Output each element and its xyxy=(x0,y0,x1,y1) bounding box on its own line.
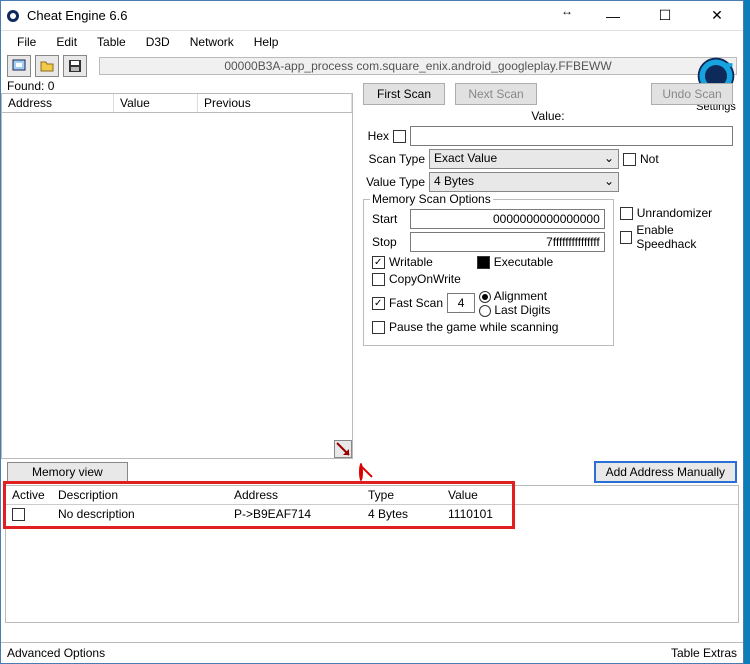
ct-col-desc[interactable]: Description xyxy=(52,486,228,504)
menu-network[interactable]: Network xyxy=(182,33,242,51)
col-address[interactable]: Address xyxy=(2,94,114,112)
table-extras-button[interactable]: Table Extras xyxy=(671,646,737,660)
first-scan-button[interactable]: First Scan xyxy=(363,83,445,105)
result-header: Address Value Previous xyxy=(1,93,353,113)
executable-checkbox[interactable] xyxy=(477,256,490,269)
result-list[interactable] xyxy=(1,113,353,459)
value-input[interactable] xyxy=(410,126,733,146)
cow-label: CopyOnWrite xyxy=(389,272,461,286)
table-row[interactable]: No description P->B9EAF714 4 Bytes 11101… xyxy=(6,505,738,523)
unrandomizer-label: Unrandomizer xyxy=(637,206,712,220)
col-previous[interactable]: Previous xyxy=(198,94,352,112)
writable-label: Writable xyxy=(389,255,433,269)
ct-col-addr[interactable]: Address xyxy=(228,486,362,504)
fastscan-label: Fast Scan xyxy=(389,296,443,310)
open-button[interactable] xyxy=(35,55,59,77)
start-input[interactable] xyxy=(410,209,605,229)
found-label: Found: 0 xyxy=(1,79,353,93)
titlebar: Cheat Engine 6.6 ↔ — ☐ ✕ xyxy=(1,1,743,31)
stop-input[interactable] xyxy=(410,232,605,252)
menu-file[interactable]: File xyxy=(9,33,44,51)
app-icon xyxy=(5,8,21,24)
row-desc[interactable]: No description xyxy=(52,505,228,523)
menubar: File Edit Table D3D Network Help xyxy=(1,31,743,53)
not-checkbox[interactable] xyxy=(623,153,636,166)
menu-edit[interactable]: Edit xyxy=(48,33,85,51)
alignment-label: Alignment xyxy=(494,289,547,303)
lastdigits-radio[interactable] xyxy=(479,305,491,317)
stop-label: Stop xyxy=(372,235,406,249)
chevron-down-icon: ⌄ xyxy=(604,151,614,167)
cow-checkbox[interactable] xyxy=(372,273,385,286)
close-button[interactable]: ✕ xyxy=(699,4,735,28)
row-active-checkbox[interactable] xyxy=(12,508,25,521)
executable-label: Executable xyxy=(494,255,553,269)
memopts-legend: Memory Scan Options xyxy=(370,192,493,206)
save-button[interactable] xyxy=(63,55,87,77)
fastscan-value[interactable] xyxy=(447,293,475,313)
process-name[interactable]: 00000B3A-app_process com.square_enix.and… xyxy=(99,57,737,75)
ct-col-value[interactable]: Value xyxy=(442,486,520,504)
menu-help[interactable]: Help xyxy=(246,33,287,51)
alignment-radio[interactable] xyxy=(479,291,491,303)
fastscan-checkbox[interactable] xyxy=(372,297,385,310)
found-count: 0 xyxy=(48,79,55,93)
ct-col-active[interactable]: Active xyxy=(6,486,52,504)
process-select-button[interactable] xyxy=(7,55,31,77)
memory-scan-options: Memory Scan Options Start Stop Writable … xyxy=(363,199,614,346)
maximize-button[interactable]: ☐ xyxy=(647,4,683,28)
writable-checkbox[interactable] xyxy=(372,256,385,269)
add-address-manually-button[interactable]: Add Address Manually xyxy=(594,461,737,483)
row-value[interactable]: 1110101 xyxy=(442,505,520,523)
minimize-button[interactable]: — xyxy=(595,4,631,28)
not-label: Not xyxy=(640,152,659,166)
row-addr[interactable]: P->B9EAF714 xyxy=(228,505,362,523)
valuetype-label: Value Type xyxy=(363,175,425,189)
memory-view-button[interactable]: Memory view xyxy=(7,462,128,482)
next-scan-button[interactable]: Next Scan xyxy=(455,83,537,105)
hex-checkbox[interactable] xyxy=(393,130,406,143)
unrandomizer-checkbox[interactable] xyxy=(620,207,633,220)
window-title: Cheat Engine 6.6 xyxy=(27,8,555,23)
start-label: Start xyxy=(372,212,406,226)
valuetype-select[interactable]: 4 Bytes⌄ xyxy=(429,172,619,192)
value-label: Value: xyxy=(531,109,564,123)
advanced-options-button[interactable]: Advanced Options xyxy=(7,646,105,660)
chevron-down-icon: ⌄ xyxy=(604,174,614,190)
speedhack-checkbox[interactable] xyxy=(620,231,633,244)
col-value[interactable]: Value xyxy=(114,94,198,112)
speedhack-label: Enable Speedhack xyxy=(636,223,733,251)
pause-checkbox[interactable] xyxy=(372,321,385,334)
menu-table[interactable]: Table xyxy=(89,33,134,51)
hex-label: Hex xyxy=(363,129,389,143)
lastdigits-label: Last Digits xyxy=(494,303,550,317)
pause-label: Pause the game while scanning xyxy=(389,320,558,334)
restore-gap-icon: ↔ xyxy=(555,4,579,28)
ct-col-type[interactable]: Type xyxy=(362,486,442,504)
row-type[interactable]: 4 Bytes xyxy=(362,505,442,523)
scantype-label: Scan Type xyxy=(363,152,425,166)
scantype-select[interactable]: Exact Value⌄ xyxy=(429,149,619,169)
no-entry-icon[interactable] xyxy=(359,463,363,481)
menu-d3d[interactable]: D3D xyxy=(138,33,178,51)
ct-header: Active Description Address Type Value xyxy=(6,486,738,505)
resize-corner-icon[interactable] xyxy=(334,440,352,458)
cheat-table[interactable]: Active Description Address Type Value No… xyxy=(5,485,739,623)
undo-scan-button[interactable]: Undo Scan xyxy=(651,83,733,105)
